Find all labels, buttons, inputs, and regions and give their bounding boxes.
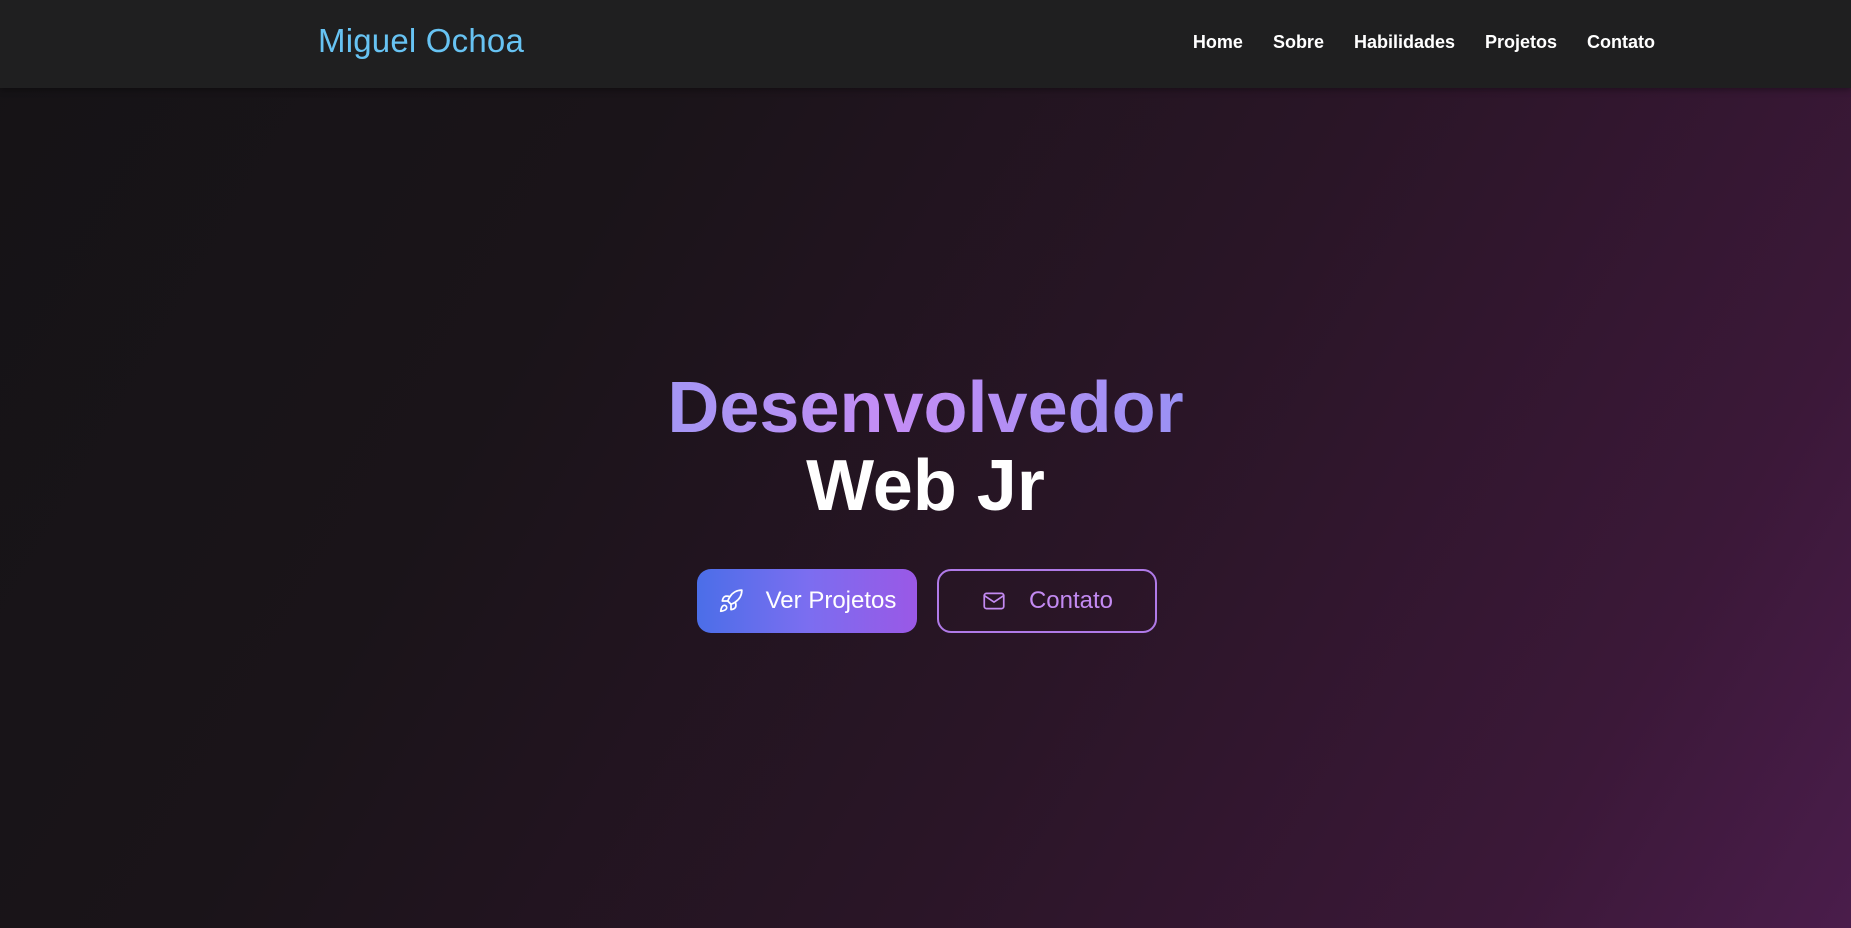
nav-link-sobre[interactable]: Sobre xyxy=(1273,32,1324,53)
hero-title-line2: Web Jr xyxy=(806,446,1045,526)
view-projects-button[interactable]: Ver Projetos xyxy=(697,569,917,633)
top-navbar: Miguel Ochoa Home Sobre Habilidades Proj… xyxy=(0,0,1851,88)
nav-link-home[interactable]: Home xyxy=(1193,32,1243,53)
view-projects-label: Ver Projetos xyxy=(765,587,897,614)
hero-title-line1: Desenvolvedor xyxy=(0,372,1851,444)
contact-button-label: Contato xyxy=(1028,587,1114,614)
nav-links: Home Sobre Habilidades Projetos Contato xyxy=(1193,32,1655,53)
nav-link-contato[interactable]: Contato xyxy=(1587,32,1655,53)
nav-link-projetos[interactable]: Projetos xyxy=(1485,32,1557,53)
mail-icon xyxy=(981,588,1007,614)
rocket-icon xyxy=(718,588,744,614)
nav-link-habilidades[interactable]: Habilidades xyxy=(1354,32,1455,53)
brand-logo-text[interactable]: Miguel Ochoa xyxy=(318,22,524,60)
hero-section: Desenvolvedor Web Jr Ver Projetos Contat… xyxy=(0,88,1851,928)
contact-button[interactable]: Contato xyxy=(937,569,1157,633)
